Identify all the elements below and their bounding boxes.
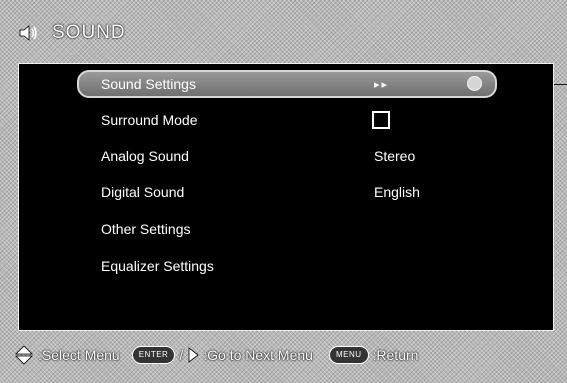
select-menu-hint: :Select Menu bbox=[38, 347, 120, 363]
slash-separator: / bbox=[179, 347, 184, 363]
next-menu-hint: :Go to Next Menu bbox=[203, 347, 313, 363]
up-down-arrow-icon bbox=[14, 345, 34, 365]
menu-key-icon: MENU bbox=[328, 346, 369, 364]
menu-item-digital-sound[interactable]: Digital Sound English bbox=[19, 178, 553, 206]
menu-item-label: Digital Sound bbox=[101, 184, 185, 200]
menu-item-label: Analog Sound bbox=[101, 148, 189, 164]
menu-item-surround-mode[interactable]: Surround Mode bbox=[19, 106, 553, 134]
footer-help-bar: :Select Menu ENTER / :Go to Next Menu ME… bbox=[14, 343, 418, 367]
enter-key-icon: ENTER bbox=[131, 346, 176, 364]
callout-dot bbox=[467, 76, 482, 91]
return-hint: :Return bbox=[372, 347, 419, 363]
page-title: SOUND bbox=[52, 22, 126, 43]
digital-sound-value: English bbox=[374, 184, 420, 200]
menu-item-label: Equalizer Settings bbox=[101, 258, 214, 274]
menu-item-analog-sound[interactable]: Analog Sound Stereo bbox=[19, 142, 553, 170]
right-arrow-icon bbox=[187, 347, 199, 363]
menu-item-label: Surround Mode bbox=[101, 112, 198, 128]
analog-sound-value: Stereo bbox=[374, 148, 416, 164]
menu-item-other-settings[interactable]: Other Settings bbox=[19, 215, 553, 243]
menu-item-equalizer-settings[interactable]: Equalizer Settings bbox=[19, 252, 553, 280]
menu-item-sound-settings[interactable]: Sound Settings ▸▸ bbox=[19, 70, 553, 98]
menu-panel: Sound Settings ▸▸ Surround Mode Analog S… bbox=[18, 63, 554, 331]
screen-header: SOUND bbox=[16, 18, 126, 48]
menu-item-label: Sound Settings bbox=[101, 76, 196, 92]
speaker-icon bbox=[16, 22, 42, 44]
surround-checkbox[interactable] bbox=[372, 111, 390, 129]
menu-item-label: Other Settings bbox=[101, 221, 191, 237]
submenu-arrow-icon: ▸▸ bbox=[374, 78, 390, 91]
